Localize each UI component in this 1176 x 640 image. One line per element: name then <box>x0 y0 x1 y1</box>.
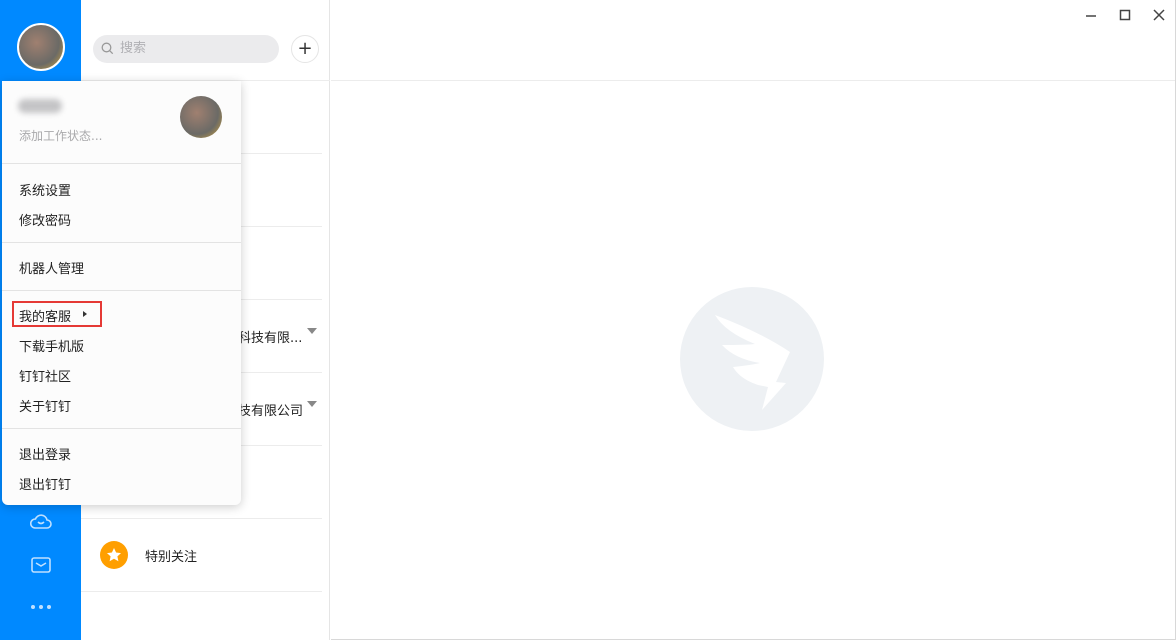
minimize-button[interactable] <box>1084 8 1098 22</box>
special-follow-item[interactable]: 特别关注 <box>145 546 197 565</box>
menu-change-password[interactable]: 修改密码 <box>19 210 71 229</box>
profile-avatar[interactable] <box>180 96 222 138</box>
highlight-box <box>12 301 102 327</box>
add-button[interactable]: + <box>291 35 319 63</box>
search-input[interactable]: 搜索 <box>93 35 279 63</box>
cloud-icon[interactable] <box>30 512 52 530</box>
main-panel <box>331 0 1176 640</box>
dropdown-icon[interactable] <box>307 328 317 334</box>
maximize-button[interactable] <box>1118 8 1132 22</box>
user-avatar[interactable] <box>17 23 65 71</box>
menu-logout[interactable]: 退出登录 <box>19 444 71 463</box>
menu-download-mobile[interactable]: 下载手机版 <box>19 336 84 355</box>
menu-community[interactable]: 钉钉社区 <box>19 366 71 385</box>
search-icon <box>101 42 114 55</box>
dingtalk-logo-icon <box>680 287 824 431</box>
more-icon[interactable] <box>30 598 52 616</box>
menu-robot-management[interactable]: 机器人管理 <box>19 258 84 277</box>
dropdown-icon[interactable] <box>307 401 317 407</box>
menu-about[interactable]: 关于钉钉 <box>19 396 71 415</box>
work-status-input[interactable]: 添加工作状态... <box>19 127 102 144</box>
menu-quit[interactable]: 退出钉钉 <box>19 474 71 493</box>
star-icon <box>100 541 128 569</box>
mail-icon[interactable] <box>30 556 52 574</box>
user-menu-popup: 添加工作状态... 系统设置 修改密码 机器人管理 我的客服 下载手机版 钉钉社… <box>2 81 241 505</box>
search-placeholder: 搜索 <box>120 41 146 56</box>
user-name <box>18 99 62 113</box>
close-button[interactable] <box>1152 8 1166 22</box>
menu-system-settings[interactable]: 系统设置 <box>19 180 71 199</box>
org-item-1[interactable]: 科技有限... <box>238 327 302 346</box>
org-item-2[interactable]: 技有限公司 <box>238 400 303 419</box>
